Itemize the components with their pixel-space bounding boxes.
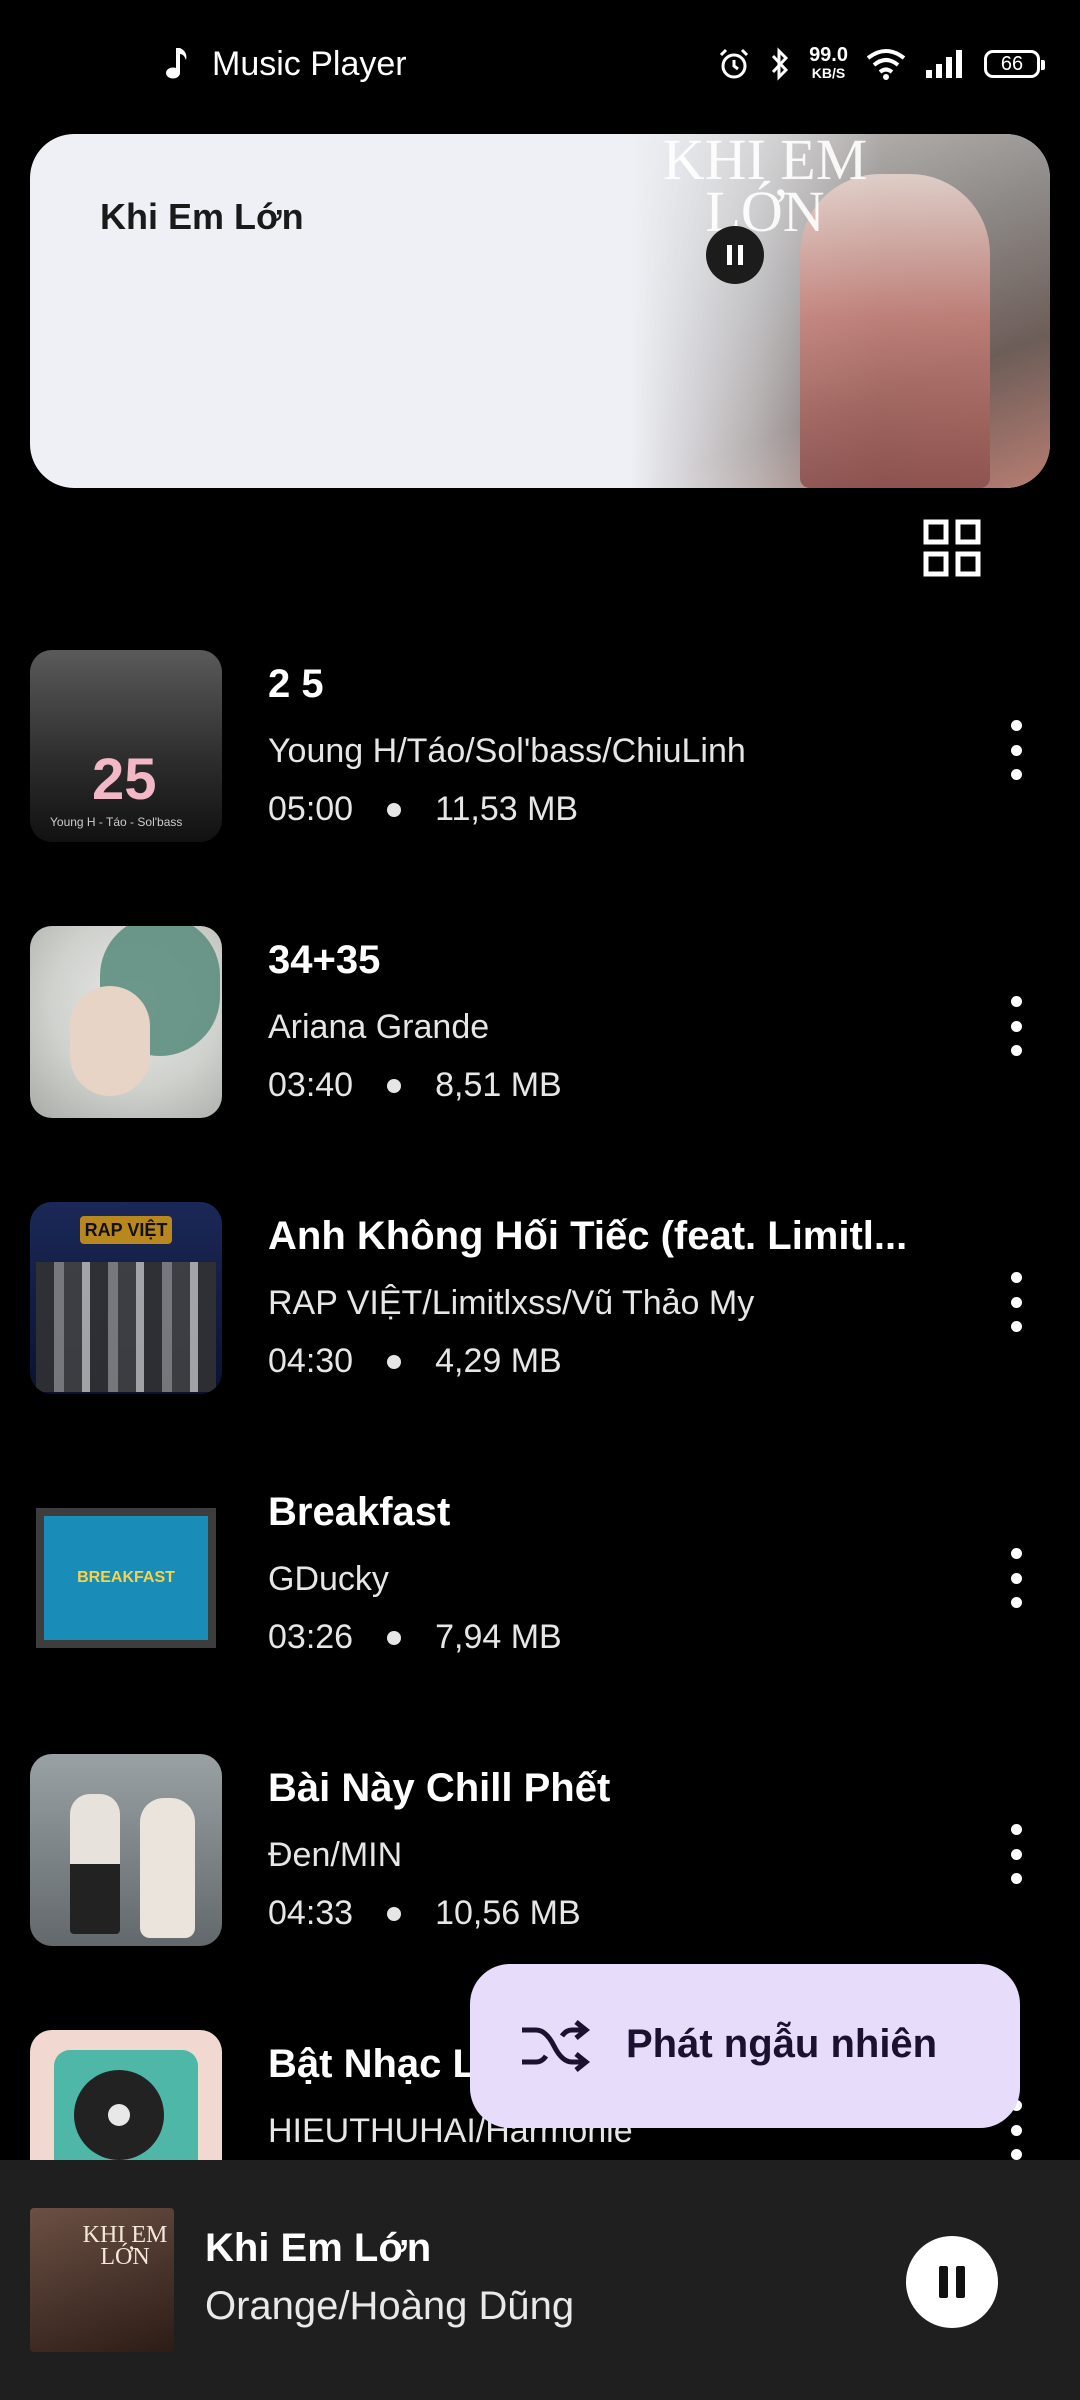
song-cover bbox=[30, 1754, 222, 1946]
song-meta: 03:40 8,51 MB bbox=[268, 1066, 562, 1105]
shuffle-icon bbox=[522, 2020, 591, 2072]
grid-view-icon[interactable] bbox=[922, 518, 982, 578]
status-app-indicator: Music Player bbox=[160, 44, 407, 84]
song-meta: 04:30 4,29 MB bbox=[268, 1342, 562, 1381]
song-title: Bật Nhạc L bbox=[268, 2042, 477, 2086]
more-options-icon[interactable] bbox=[996, 1272, 1036, 1332]
battery-icon: 66 bbox=[984, 50, 1045, 78]
song-title: Bài Này Chill Phết bbox=[268, 1766, 611, 1810]
network-speed-unit: KB/S bbox=[811, 65, 846, 81]
separator-dot bbox=[387, 802, 402, 817]
network-speed-value: 99.0 bbox=[809, 44, 848, 66]
song-meta: 03:26 7,94 MB bbox=[268, 1618, 562, 1657]
song-size: 8,51 MB bbox=[435, 1066, 562, 1104]
more-options-icon[interactable] bbox=[996, 1548, 1036, 1608]
separator-dot bbox=[387, 1906, 402, 1921]
song-cover: BREAKFAST bbox=[30, 1478, 222, 1670]
song-duration: 04:33 bbox=[268, 1894, 354, 1932]
song-duration: 03:40 bbox=[268, 1066, 354, 1104]
song-duration: 04:30 bbox=[268, 1342, 354, 1380]
song-item[interactable]: Bài Này Chill Phết Đen/MIN 04:33 10,56 M… bbox=[0, 1744, 1080, 1946]
shuffle-label: Phát ngẫu nhiên bbox=[626, 2022, 938, 2066]
pause-icon bbox=[939, 2266, 965, 2298]
pause-icon bbox=[727, 245, 743, 265]
song-item[interactable]: 25 Young H - Táo - Sol'bass 2 5 Young H/… bbox=[0, 640, 1080, 842]
cover-shape bbox=[70, 986, 150, 1096]
song-item[interactable]: BREAKFAST Breakfast GDucky 03:26 7,94 MB bbox=[0, 1468, 1080, 1670]
cover-text: 25 bbox=[92, 747, 157, 812]
more-options-icon[interactable] bbox=[996, 996, 1036, 1056]
now-playing-card[interactable]: Khi Em Lớn KHI EM LỚN bbox=[30, 134, 1050, 488]
bluetooth-icon bbox=[771, 47, 789, 81]
mini-player-pause-button[interactable] bbox=[906, 2236, 998, 2328]
alarm-icon bbox=[720, 48, 749, 79]
signal-icon bbox=[926, 50, 962, 78]
artwork-text: KHI EM LỚN bbox=[662, 134, 868, 244]
network-speed: 99.0 KB/S bbox=[809, 44, 848, 82]
more-options-icon[interactable] bbox=[996, 720, 1036, 780]
song-title: Anh Không Hối Tiếc (feat. Limitl... bbox=[268, 1214, 908, 1258]
song-duration: 03:26 bbox=[268, 1618, 354, 1656]
song-meta: 05:00 11,53 MB bbox=[268, 790, 578, 829]
song-item[interactable]: RAP VIỆT Anh Không Hối Tiếc (feat. Limit… bbox=[0, 1192, 1080, 1394]
mini-player-cover: KHI EM LỚN bbox=[30, 2208, 174, 2352]
now-playing-pause-button[interactable] bbox=[706, 226, 764, 284]
cover-shape bbox=[108, 2104, 130, 2126]
cover-shape bbox=[70, 1794, 120, 1934]
song-title: 2 5 bbox=[268, 662, 324, 706]
status-icons: 99.0 KB/S 66 bbox=[717, 44, 1045, 82]
song-title: 34+35 bbox=[268, 938, 381, 982]
song-cover: RAP VIỆT bbox=[30, 1202, 222, 1394]
song-title: Breakfast bbox=[268, 1490, 451, 1534]
wifi-icon bbox=[866, 49, 906, 80]
song-artist: RAP VIỆT/Limitlxss/Vũ Thảo My bbox=[268, 1284, 755, 1322]
cover-subtext: Young H - Táo - Sol'bass bbox=[50, 815, 183, 829]
status-app-title: Music Player bbox=[212, 44, 407, 83]
mini-player-artist: Orange/Hoàng Dũng bbox=[205, 2284, 575, 2328]
song-size: 7,94 MB bbox=[435, 1618, 562, 1656]
song-size: 10,56 MB bbox=[435, 1894, 581, 1932]
song-item[interactable]: 34+35 Ariana Grande 03:40 8,51 MB bbox=[0, 916, 1080, 1118]
song-artist: Young H/Táo/Sol'bass/ChiuLinh bbox=[268, 732, 746, 770]
cover-shape bbox=[36, 1262, 216, 1392]
music-note-icon bbox=[166, 48, 187, 79]
mini-cover-text: KHI EM LỚN bbox=[82, 2222, 168, 2270]
song-cover bbox=[30, 926, 222, 1118]
song-artist: Ariana Grande bbox=[268, 1008, 490, 1046]
shuffle-play-button[interactable]: Phát ngẫu nhiên bbox=[470, 1964, 1020, 2128]
separator-dot bbox=[387, 1078, 402, 1093]
mini-player[interactable]: KHI EM LỚN Khi Em Lớn Orange/Hoàng Dũng bbox=[0, 2160, 1080, 2400]
song-duration: 05:00 bbox=[268, 790, 354, 828]
song-size: 11,53 MB bbox=[435, 790, 579, 828]
song-meta: 04:33 10,56 MB bbox=[268, 1894, 581, 1933]
status-bar: Music Player 99.0 KB/S 66 bbox=[0, 0, 1080, 130]
separator-dot bbox=[387, 1354, 402, 1369]
separator-dot bbox=[387, 1630, 402, 1645]
cover-text: RAP VIỆT bbox=[80, 1216, 172, 1244]
cover-text: BREAKFAST bbox=[44, 1516, 208, 1640]
song-size: 4,29 MB bbox=[435, 1342, 562, 1380]
cover-shape bbox=[140, 1798, 195, 1938]
now-playing-title: Khi Em Lớn bbox=[100, 196, 304, 237]
song-artist: Đen/MIN bbox=[268, 1836, 403, 1874]
song-cover: 25 Young H - Táo - Sol'bass bbox=[30, 650, 222, 842]
song-artist: GDucky bbox=[268, 1560, 389, 1598]
now-playing-artwork: KHI EM LỚN bbox=[630, 134, 1050, 488]
cover-shape: BREAKFAST bbox=[36, 1508, 216, 1648]
more-options-icon[interactable] bbox=[996, 1824, 1036, 1884]
mini-player-title: Khi Em Lớn bbox=[205, 2226, 432, 2270]
